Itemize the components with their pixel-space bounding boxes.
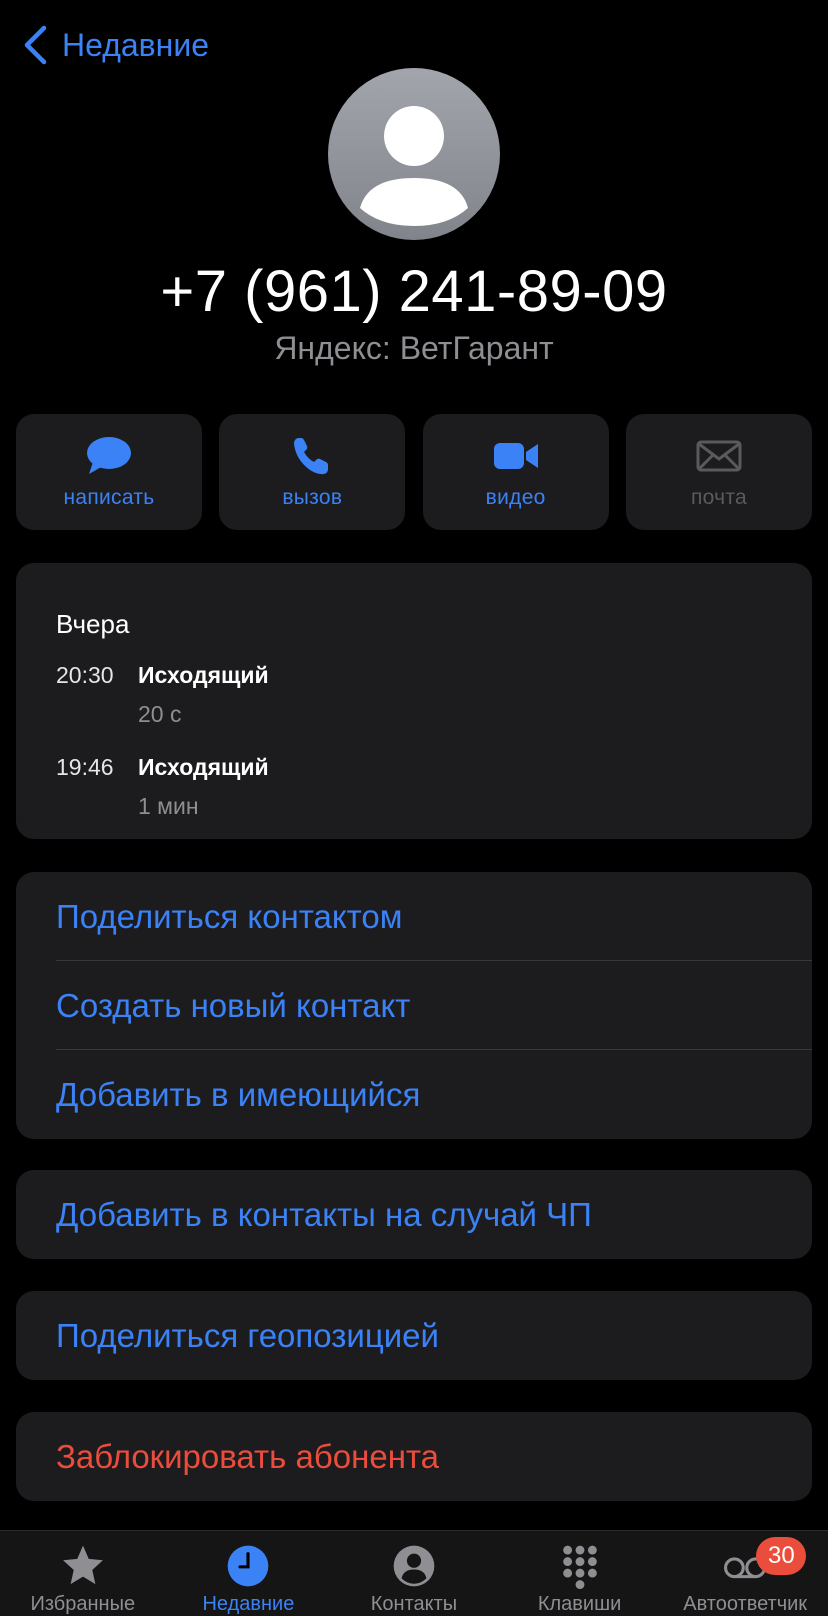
mail-action-label: почта bbox=[690, 486, 748, 509]
add-to-existing-contact-button[interactable]: Добавить в имеющийся bbox=[16, 1050, 812, 1139]
voicemail-badge: 30 bbox=[756, 1537, 807, 1575]
tab-favorites[interactable]: Избранные bbox=[0, 1531, 166, 1616]
person-silhouette-icon bbox=[360, 106, 468, 226]
video-action-button[interactable]: видео bbox=[422, 414, 609, 530]
call-action-label: вызов bbox=[282, 486, 343, 509]
block-caller-button[interactable]: Заблокировать абонента bbox=[16, 1412, 812, 1501]
tab-bar: Избранные Недавние Контакты Клавиши Авто… bbox=[0, 1530, 828, 1616]
tab-label: Контакты bbox=[370, 1593, 458, 1615]
phone-icon bbox=[294, 438, 329, 475]
call-type: Исходящий bbox=[138, 662, 269, 688]
call-action-button[interactable]: вызов bbox=[219, 414, 406, 530]
video-camera-icon bbox=[493, 443, 538, 469]
mail-action-button[interactable]: почта bbox=[625, 414, 812, 530]
message-action-button[interactable]: написать bbox=[16, 414, 202, 530]
back-button[interactable]: Недавние bbox=[22, 22, 209, 68]
call-history-row: 19:46 Исходящий bbox=[56, 754, 812, 781]
share-location-button[interactable]: Поделиться геопозицией bbox=[16, 1291, 812, 1380]
star-icon bbox=[62, 1545, 103, 1585]
message-action-label: написать bbox=[63, 486, 155, 509]
add-emergency-contact-button[interactable]: Добавить в контакты на случай ЧП bbox=[16, 1170, 812, 1259]
tab-label: Недавние bbox=[202, 1593, 295, 1615]
call-time: 20:30 bbox=[56, 662, 114, 688]
back-label: Недавние bbox=[62, 26, 210, 63]
contact-phone-number: +7 (961) 241-89-09 bbox=[160, 259, 668, 324]
video-action-label: видео bbox=[485, 486, 546, 509]
clock-icon bbox=[228, 1545, 269, 1587]
call-history-card: Вчера 20:30 Исходящий 20 с 19:46 Исходящ… bbox=[16, 563, 812, 839]
share-location-card: Поделиться геопозицией bbox=[16, 1291, 812, 1380]
create-new-contact-button[interactable]: Создать новый контакт bbox=[16, 961, 812, 1050]
call-time: 19:46 bbox=[56, 754, 114, 780]
call-duration: 20 с bbox=[138, 701, 182, 727]
share-contact-button[interactable]: Поделиться контактом bbox=[16, 872, 812, 961]
tab-keypad[interactable]: Клавиши bbox=[497, 1531, 663, 1616]
keypad-icon bbox=[562, 1545, 597, 1589]
person-circle-icon bbox=[393, 1545, 435, 1587]
contact-subtitle: Яндекс: ВетГарант bbox=[274, 330, 554, 366]
call-history-day: Вчера bbox=[56, 609, 130, 639]
call-history-row: 20:30 Исходящий bbox=[56, 662, 812, 689]
block-caller-card: Заблокировать абонента bbox=[16, 1412, 812, 1501]
call-duration: 1 мин bbox=[138, 793, 199, 819]
tab-label: Автоответчик bbox=[683, 1593, 808, 1615]
tab-label: Клавиши bbox=[537, 1593, 622, 1615]
contact-avatar bbox=[328, 68, 500, 240]
contact-options-card: Поделиться контактом Создать новый конта… bbox=[16, 872, 812, 1139]
emergency-card: Добавить в контакты на случай ЧП bbox=[16, 1170, 812, 1259]
tab-contacts[interactable]: Контакты bbox=[331, 1531, 497, 1616]
tab-recents[interactable]: Недавние bbox=[166, 1531, 332, 1616]
quick-actions: написать вызов видео почта bbox=[16, 414, 812, 530]
tab-voicemail[interactable]: Автоответчик 30 bbox=[662, 1531, 828, 1616]
call-type: Исходящий bbox=[138, 754, 269, 780]
message-bubble-icon bbox=[87, 437, 131, 474]
tab-label: Избранные bbox=[30, 1593, 136, 1615]
chevron-left-icon bbox=[24, 25, 47, 65]
mail-envelope-icon bbox=[696, 440, 742, 472]
